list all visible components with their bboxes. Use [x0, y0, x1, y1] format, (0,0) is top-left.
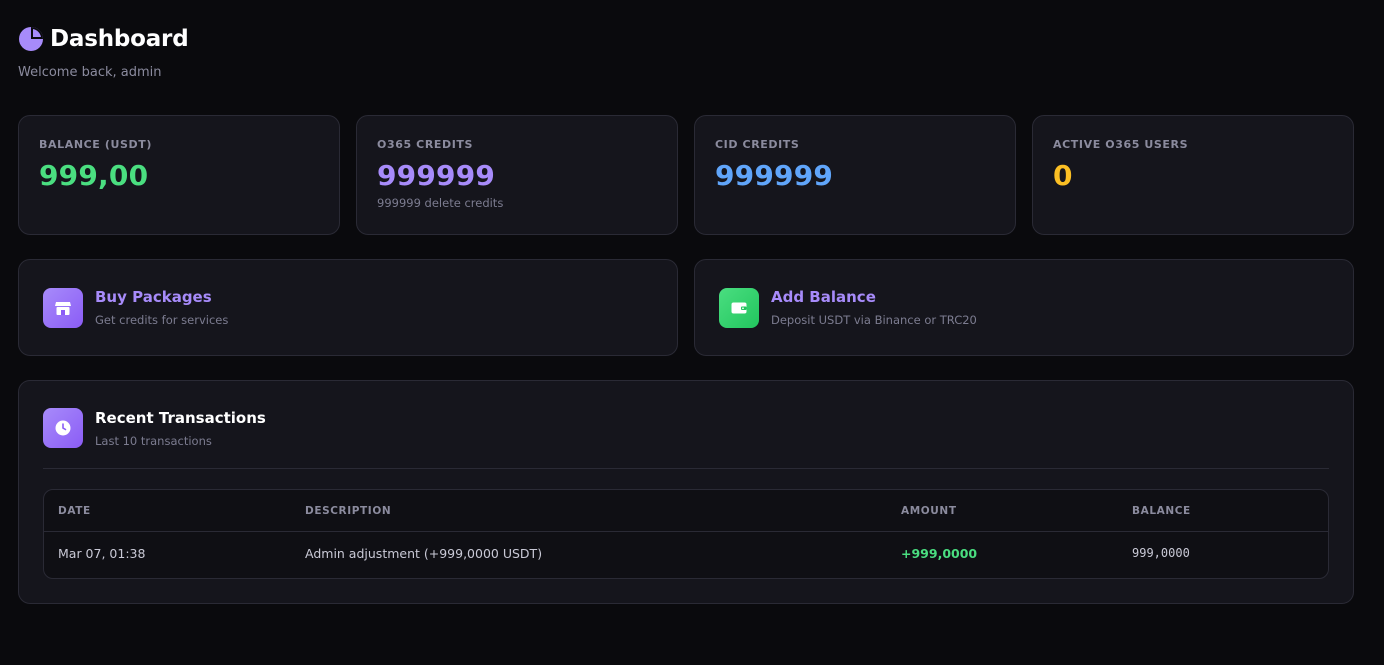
stat-label: CID CREDITS — [715, 138, 800, 151]
stat-card-active-users: ACTIVE O365 USERS 0 — [1032, 115, 1354, 235]
stat-label: ACTIVE O365 USERS — [1053, 138, 1189, 151]
column-header-amount: AMOUNT — [901, 505, 957, 517]
page-header: Dashboard Welcome back, admin — [18, 26, 189, 80]
stat-value: 999,00 — [39, 159, 149, 192]
stat-card-balance: BALANCE (USDT) 999,00 — [18, 115, 340, 235]
transactions-header: Recent Transactions Last 10 transactions — [43, 408, 266, 448]
transactions-heading-text: Recent Transactions Last 10 transactions — [95, 409, 266, 448]
stat-label: BALANCE (USDT) — [39, 138, 152, 151]
stat-card-o365-credits: O365 CREDITS 999999 999999 delete credit… — [356, 115, 678, 235]
action-text: Buy Packages Get credits for services — [95, 288, 228, 327]
buy-packages-desc: Get credits for services — [95, 313, 229, 327]
buy-packages-title: Buy Packages — [95, 288, 212, 306]
dashboard-page: Dashboard Welcome back, admin BALANCE (U… — [0, 0, 1384, 665]
cell-balance: 999,0000 — [1132, 546, 1190, 560]
cell-date: Mar 07, 01:38 — [58, 546, 146, 561]
title-row: Dashboard — [18, 26, 189, 52]
add-balance-card[interactable]: Add Balance Deposit USDT via Binance or … — [694, 259, 1354, 356]
table-row: Mar 07, 01:38 Admin adjustment (+999,000… — [44, 532, 1328, 578]
stat-label: O365 CREDITS — [377, 138, 474, 151]
clock-icon — [43, 408, 83, 448]
cell-amount: +999,0000 — [901, 546, 978, 561]
action-text: Add Balance Deposit USDT via Binance or … — [771, 288, 977, 327]
stat-subtext: 999999 delete credits — [377, 196, 504, 210]
add-balance-desc: Deposit USDT via Binance or TRC20 — [771, 313, 977, 327]
pie-chart-icon — [19, 27, 43, 51]
recent-transactions-card: Recent Transactions Last 10 transactions… — [18, 380, 1354, 604]
buy-packages-card[interactable]: Buy Packages Get credits for services — [18, 259, 678, 356]
column-header-date: DATE — [58, 505, 91, 517]
divider — [43, 468, 1329, 469]
add-balance-title: Add Balance — [771, 288, 876, 306]
stat-value: 0 — [1053, 159, 1073, 192]
welcome-text: Welcome back, admin — [18, 65, 162, 80]
table-header: DATE DESCRIPTION AMOUNT BALANCE — [44, 490, 1328, 532]
stat-value: 999999 — [715, 159, 834, 192]
store-icon — [43, 287, 83, 328]
column-header-description: DESCRIPTION — [305, 505, 392, 517]
page-title: Dashboard — [50, 26, 189, 52]
wallet-icon — [719, 287, 759, 328]
transactions-title: Recent Transactions — [95, 408, 266, 427]
stat-value: 999999 — [377, 159, 496, 192]
transactions-table: DATE DESCRIPTION AMOUNT BALANCE Mar 07, … — [43, 489, 1329, 579]
cell-description: Admin adjustment (+999,0000 USDT) — [305, 546, 543, 561]
transactions-subtitle: Last 10 transactions — [95, 433, 212, 448]
stat-card-cid-credits: CID CREDITS 999999 — [694, 115, 1016, 235]
column-header-balance: BALANCE — [1132, 505, 1191, 517]
